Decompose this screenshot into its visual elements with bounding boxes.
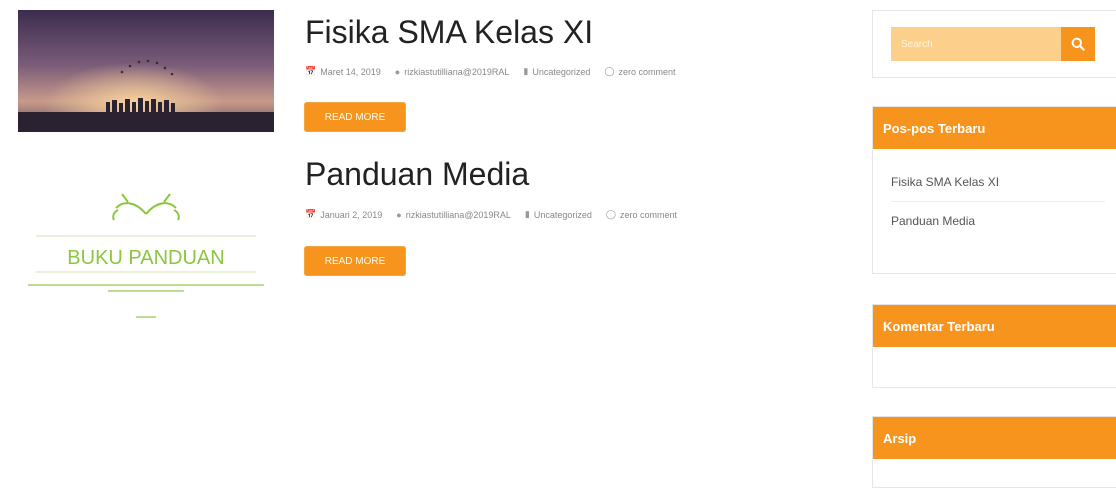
- sunset-image: [18, 10, 274, 132]
- post-category[interactable]: Uncategorized: [532, 67, 590, 77]
- recent-posts-widget: Pos-pos Terbaru Fisika SMA Kelas XI Pand…: [872, 106, 1116, 274]
- search-input[interactable]: [891, 27, 1061, 61]
- guide-thumb-title: BUKU PANDUAN: [67, 247, 224, 269]
- post-title[interactable]: Fisika SMA Kelas XI: [305, 16, 593, 48]
- read-more-button[interactable]: READ MORE: [304, 246, 406, 276]
- post-author[interactable]: rizkiastutilliana@2019RAL: [406, 210, 511, 220]
- read-more-button[interactable]: READ MORE: [304, 102, 406, 132]
- calendar-icon: 📅: [305, 209, 317, 219]
- search-icon: [1071, 37, 1085, 51]
- post-category[interactable]: Uncategorized: [534, 210, 592, 220]
- comment-icon: ◯: [605, 209, 616, 219]
- folder-icon: ▮: [523, 66, 529, 76]
- post-thumbnail-guide[interactable]: BUKU PANDUAN: [18, 152, 274, 352]
- recent-posts-list: Fisika SMA Kelas XI Panduan Media: [873, 149, 1116, 240]
- post-meta: 📅 Maret 14, 2019 ● rizkiastutilliana@201…: [305, 66, 676, 77]
- post-thumbnail-sunset[interactable]: [18, 10, 274, 132]
- recent-post-link[interactable]: Fisika SMA Kelas XI: [891, 163, 1105, 202]
- user-icon: ●: [394, 66, 401, 77]
- calendar-icon: 📅: [305, 66, 317, 76]
- widget-title: Arsip: [873, 417, 1116, 459]
- search-button[interactable]: [1061, 27, 1095, 61]
- post-title[interactable]: Panduan Media: [305, 158, 529, 190]
- recent-post-link[interactable]: Panduan Media: [891, 202, 1105, 240]
- post-meta: 📅 Januari 2, 2019 ● rizkiastutilliana@20…: [305, 209, 677, 220]
- post-date[interactable]: Januari 2, 2019: [320, 210, 382, 220]
- post-comments[interactable]: zero comment: [620, 210, 677, 220]
- comment-icon: ◯: [604, 66, 615, 76]
- folder-icon: ▮: [524, 209, 530, 219]
- post-comments[interactable]: zero comment: [618, 67, 675, 77]
- widget-title: Komentar Terbaru: [873, 305, 1116, 347]
- widget-title: Pos-pos Terbaru: [873, 107, 1116, 149]
- user-icon: ●: [396, 209, 402, 220]
- post-date[interactable]: Maret 14, 2019: [320, 67, 381, 77]
- recent-comments-widget: Komentar Terbaru: [872, 304, 1116, 388]
- guide-book-image: BUKU PANDUAN: [18, 152, 274, 352]
- post-author[interactable]: rizkiastutilliana@2019RAL: [404, 67, 509, 77]
- search-widget: [872, 10, 1116, 78]
- archives-widget: Arsip: [872, 416, 1116, 488]
